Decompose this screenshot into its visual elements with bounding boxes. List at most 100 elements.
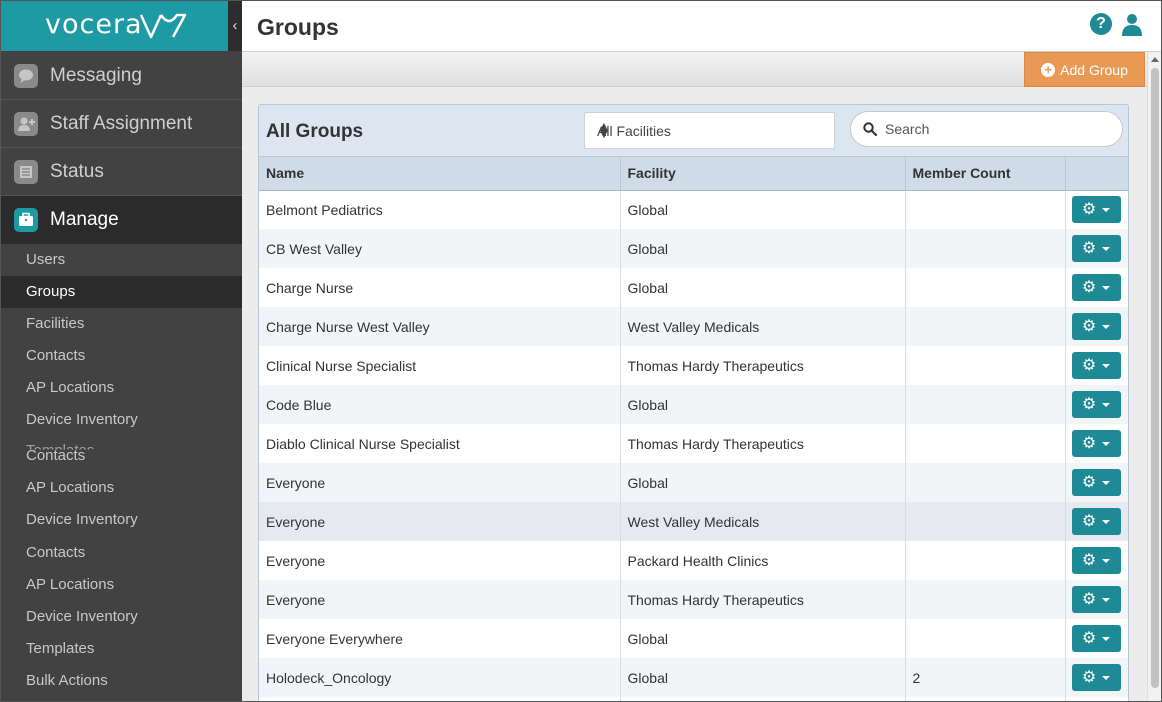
table-row[interactable]: Holodeck_Oncology Global 2 ⚙ [259, 658, 1128, 697]
groups-panel: All Groups All Facilities ▲ ▼ Search Nam… [258, 104, 1129, 701]
group-facility-cell: Global [620, 463, 906, 502]
group-name-cell: Everyone [259, 463, 621, 502]
page-header: Groups ? [242, 1, 1161, 52]
sidebar-item-ap-locations[interactable]: AP Locations [1, 372, 242, 404]
sidebar-item-groups[interactable]: Groups [1, 276, 242, 308]
nav-status[interactable]: Status [1, 148, 242, 196]
help-icon[interactable]: ? [1090, 13, 1112, 35]
scroll-up-arrow-icon[interactable] [1151, 57, 1159, 62]
table-row[interactable]: Charge Nurse West Valley West Valley Med… [259, 307, 1128, 346]
group-facility-cell: Thomas Hardy Therapeutics [620, 424, 906, 463]
table-row[interactable]: CB West Valley Global ⚙ [259, 229, 1128, 268]
scrollbar-thumb[interactable] [1151, 68, 1159, 688]
group-name-cell: CB West Valley [259, 229, 621, 268]
row-actions-button[interactable]: ⚙ [1071, 235, 1121, 262]
caret-down-icon [1102, 402, 1111, 407]
row-actions-button[interactable]: ⚙ [1071, 274, 1121, 301]
gear-icon: ⚙ [1081, 395, 1097, 413]
table-header-row: Name Facility Member Count [259, 157, 1128, 191]
sidebar-item-ap-locations[interactable]: AP Locations [1, 472, 242, 504]
table-row[interactable]: Code Blue Global ⚙ [259, 385, 1128, 424]
table-row[interactable]: Everyone Packard Health Clinics ⚙ [259, 541, 1128, 580]
member-count-cell [905, 385, 1066, 424]
sidebar-item-contacts[interactable]: Contacts [1, 440, 242, 472]
table-row[interactable]: Diablo Clinical Nurse Specialist Thomas … [259, 424, 1128, 463]
sidebar-item-contacts[interactable]: Contacts [1, 340, 242, 372]
sidebar-item-ap-locations[interactable]: AP Locations [1, 569, 242, 601]
row-actions-button[interactable]: ⚙ [1071, 664, 1121, 691]
sidebar-item-users[interactable]: Users [1, 244, 242, 276]
row-actions-button[interactable]: ⚙ [1071, 469, 1121, 496]
row-actions-button[interactable]: ⚙ [1071, 391, 1121, 418]
search-input[interactable] [885, 119, 1105, 139]
sidebar-item-templates[interactable]: Templates [1, 633, 242, 665]
row-actions-button[interactable]: ⚙ [1071, 547, 1121, 574]
nav-manage[interactable]: Manage [1, 196, 242, 244]
row-actions-button[interactable]: ⚙ [1071, 586, 1121, 613]
panel-header: All Groups All Facilities ▲ ▼ [259, 105, 1128, 157]
member-count-cell [905, 502, 1066, 541]
member-count-cell [905, 697, 1066, 701]
caret-down-icon [1102, 480, 1111, 485]
member-count-cell [905, 424, 1066, 463]
table-row[interactable]: Everyone Thomas Hardy Therapeutics ⚙ [259, 580, 1128, 619]
table-row[interactable]: Belmont Pediatrics Global ⚙ [259, 190, 1128, 229]
caret-down-icon [1102, 597, 1111, 602]
caret-down-icon [1102, 324, 1111, 329]
member-count-cell: 2 [905, 658, 1066, 697]
row-actions-button[interactable]: ⚙ [1071, 313, 1121, 340]
table-row[interactable]: Everyone Everywhere Global ⚙ [259, 619, 1128, 658]
row-actions-button[interactable]: ⚙ [1071, 430, 1121, 457]
group-name-cell: Diablo Clinical Nurse Specialist [259, 424, 621, 463]
panel-title: All Groups [266, 121, 364, 142]
row-actions-button[interactable]: ⚙ [1071, 508, 1121, 535]
table-row[interactable]: Clinical Nurse Specialist Thomas Hardy T… [259, 346, 1128, 385]
sidebar-item-device-inventory[interactable]: Device Inventory [1, 404, 242, 436]
nav-staff-assignment[interactable]: Staff Assignment [1, 100, 242, 148]
page-title: Groups [257, 14, 339, 40]
group-facility-cell: West Valley Medicals [620, 307, 906, 346]
column-header-actions [1065, 157, 1128, 191]
sidebar-item-device-inventory[interactable]: Device Inventory [1, 504, 242, 536]
facility-filter-select[interactable]: All Facilities ▲ ▼ [584, 112, 835, 149]
gear-icon: ⚙ [1081, 317, 1097, 335]
member-count-cell [905, 346, 1066, 385]
gear-icon: ⚙ [1081, 434, 1097, 452]
table-row[interactable]: Everyone Global ⚙ [259, 463, 1128, 502]
group-facility-cell: Global [620, 619, 906, 658]
caret-down-icon [1102, 207, 1111, 212]
sidebar-item-device-inventory[interactable]: Device Inventory [1, 601, 242, 633]
caret-down-icon [1102, 441, 1111, 446]
column-header-facility[interactable]: Facility [620, 157, 906, 191]
table-row[interactable]: Everyone West Valley Medicals ⚙ [259, 502, 1128, 541]
column-header-name[interactable]: Name [259, 157, 621, 191]
user-profile-icon[interactable] [1120, 12, 1144, 36]
row-actions-button[interactable]: ⚙ [1071, 352, 1121, 379]
action-bar: + Add Group [242, 52, 1147, 87]
gear-icon: ⚙ [1081, 629, 1097, 647]
sidebar-item-bulk-actions[interactable]: Bulk Actions [1, 665, 242, 697]
group-facility-cell: Thomas Hardy Therapeutics [620, 580, 906, 619]
sidebar-item-contacts[interactable]: Contacts [1, 537, 242, 569]
nav-messaging[interactable]: Messaging [1, 52, 242, 100]
caret-down-icon [1102, 636, 1111, 641]
search-box[interactable] [850, 111, 1123, 147]
member-count-cell [905, 463, 1066, 502]
group-facility-cell [620, 697, 906, 701]
table-row[interactable]: Charge Nurse Global ⚙ [259, 268, 1128, 307]
row-actions-button[interactable]: ⚙ [1071, 625, 1121, 652]
vertical-scrollbar[interactable] [1147, 52, 1161, 701]
member-count-cell [905, 190, 1066, 229]
caret-down-icon [1102, 675, 1111, 680]
row-actions-button[interactable]: ⚙ [1071, 196, 1121, 224]
group-facility-cell: Packard Health Clinics [620, 541, 906, 580]
gear-icon: ⚙ [1081, 473, 1097, 491]
column-header-member-count[interactable]: Member Count [905, 157, 1066, 191]
add-group-button[interactable]: + Add Group [1024, 52, 1145, 87]
collapse-sidebar-button[interactable]: ‹ [228, 1, 242, 51]
member-count-cell [905, 580, 1066, 619]
table-row[interactable] [259, 697, 1128, 701]
sidebar-item-facilities[interactable]: Facilities [1, 308, 242, 340]
member-count-cell [905, 541, 1066, 580]
group-name-cell: Charge Nurse [259, 268, 621, 307]
